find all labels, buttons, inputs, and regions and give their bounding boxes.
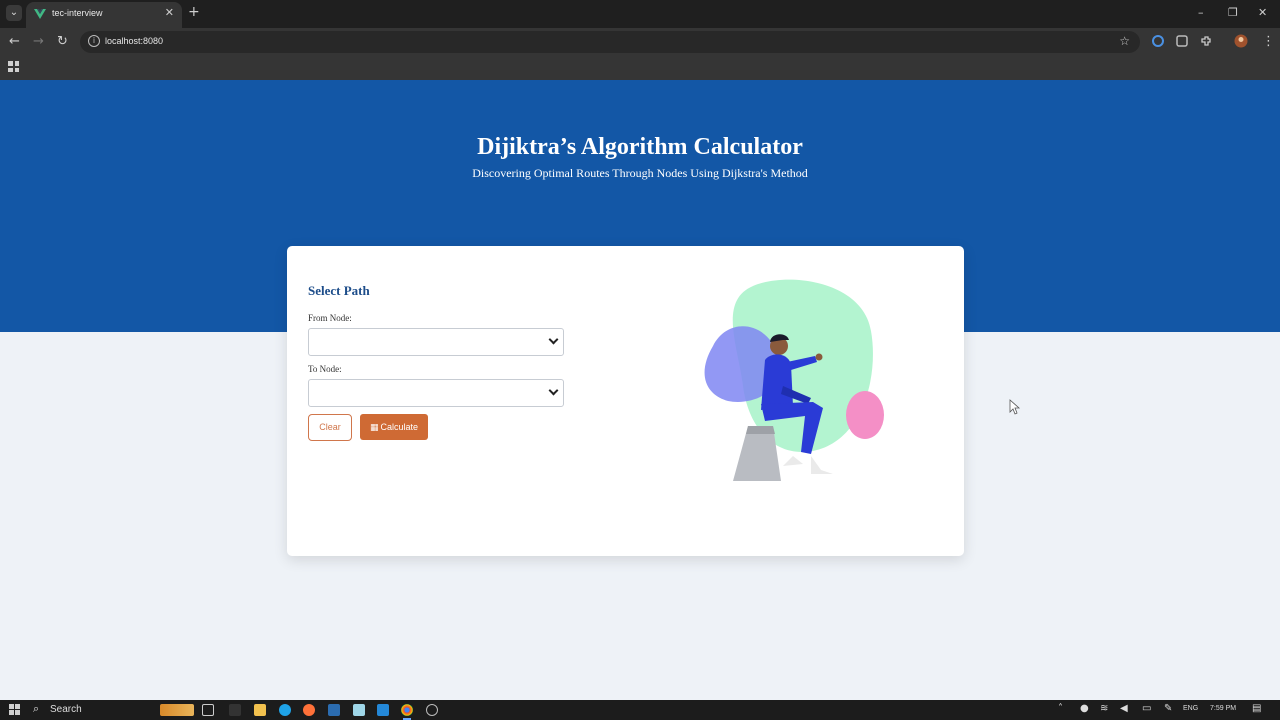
menu-icon[interactable]: ⋮ [1262,34,1275,49]
site-info-icon[interactable]: i [88,35,100,47]
extension-icon[interactable] [1175,34,1189,48]
tray-chevron-icon[interactable]: ˄ [1058,703,1063,714]
chrome-icon[interactable] [401,704,413,720]
card-heading: Select Path [308,283,370,298]
clock-time[interactable]: 7:59 PM [1210,705,1236,712]
bookmarks-bar [0,56,1280,80]
tab-title: tec-interview [52,8,103,18]
profile-avatar[interactable] [1234,34,1248,48]
person-pointing-illustration [704,279,884,481]
tab-close-icon[interactable]: ✕ [165,6,174,19]
page-viewport: Dijiktra’s Algorithm Calculator Discover… [0,80,1280,700]
to-node-label: To Node: [308,364,342,374]
reload-icon[interactable]: ↻ [57,34,68,49]
vue-favicon [34,9,46,19]
extension-icon[interactable] [1199,34,1213,48]
file-explorer-icon[interactable] [254,704,266,716]
page-subtitle: Discovering Optimal Routes Through Nodes… [472,166,808,180]
bookmark-star-icon[interactable]: ☆ [1119,34,1130,48]
widgets-icon[interactable] [160,704,194,716]
notifications-icon[interactable]: ▤ [1252,703,1261,714]
git-tool-icon[interactable] [328,704,340,716]
back-icon[interactable]: ← [9,34,20,49]
windows-taskbar: ⌕ Search ˄ ● ≋ ◀ ▭ ✎ ENG 7:59 PM ▤ [0,700,1280,720]
from-node-select[interactable] [308,328,564,356]
app-icon[interactable] [229,704,241,716]
vscode-icon[interactable] [377,704,389,716]
pen-icon[interactable]: ✎ [1164,703,1172,714]
tab-list-icon[interactable]: ⌄ [6,5,22,21]
notepad-icon[interactable] [353,704,365,716]
windows-start-icon[interactable] [9,704,20,715]
new-tab-button[interactable]: + [188,4,200,20]
page-title: Dijiktra’s Algorithm Calculator [477,134,803,160]
clock-app-icon[interactable] [426,704,438,716]
browser-tab[interactable]: tec-interview ✕ [26,2,182,28]
path-card: Select Path From Node: To Node: Clear ▦ C… [287,246,964,556]
battery-icon[interactable]: ▭ [1142,703,1151,714]
address-bar[interactable]: i localhost:8080 ☆ [80,31,1140,53]
firefox-icon[interactable] [303,704,315,716]
calculate-label: Calculate [380,422,419,432]
taskbar-search-label[interactable]: Search [50,704,82,715]
restore-icon[interactable]: ❐ [1228,6,1238,19]
browser-tab-bar: ⌄ tec-interview ✕ + – ❐ ✕ [0,0,1280,28]
clear-button[interactable]: Clear [308,414,352,441]
apps-icon[interactable] [8,61,19,72]
close-window-icon[interactable]: ✕ [1258,6,1267,19]
browser-toolbar: ← → ↻ i localhost:8080 ☆ ⋮ [0,28,1280,56]
calculate-button[interactable]: ▦ Calculate [360,414,428,440]
to-node-select[interactable] [308,379,564,407]
wifi-icon[interactable]: ≋ [1100,703,1108,714]
mouse-cursor-icon [1009,399,1021,415]
microphone-icon[interactable]: ● [1080,703,1089,714]
calculator-icon: ▦ [369,423,379,433]
task-view-icon[interactable] [202,704,214,716]
volume-icon[interactable]: ◀ [1120,703,1128,714]
extension-icon[interactable] [1151,34,1165,48]
search-icon[interactable]: ⌕ [33,702,39,716]
from-node-label: From Node: [308,313,352,323]
skype-icon[interactable] [279,704,291,716]
chevron-down-icon [548,334,559,345]
forward-icon[interactable]: → [33,34,44,49]
minimize-icon[interactable]: – [1198,6,1204,19]
url-text: localhost:8080 [105,36,164,46]
chevron-down-icon [548,385,559,396]
language-indicator[interactable]: ENG [1183,705,1198,712]
